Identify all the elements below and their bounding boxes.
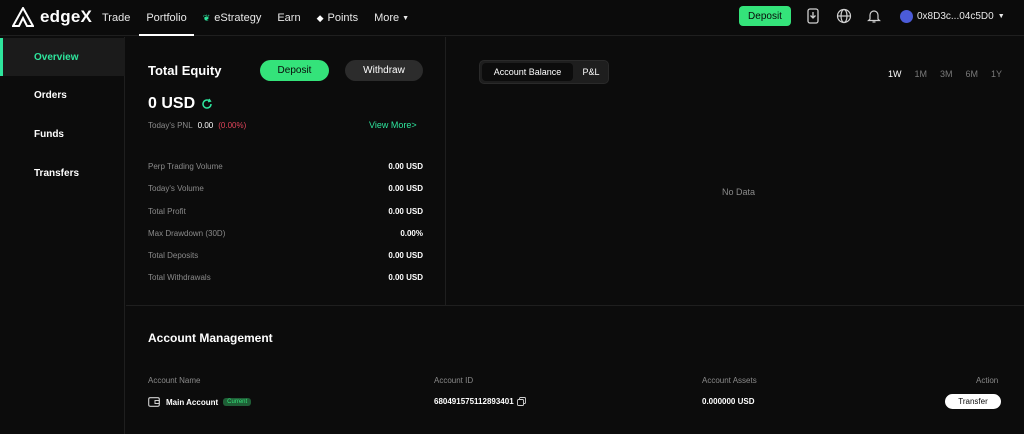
stat-label: Total Profit [148, 206, 186, 216]
diamond-icon: ◆ [316, 12, 324, 23]
pnl-value: 0.00 [197, 121, 214, 130]
transfer-button[interactable]: Transfer [945, 394, 1001, 409]
brand-logo[interactable]: edgeX [12, 7, 92, 27]
sidebar-item-funds[interactable]: Funds [0, 115, 125, 153]
pnl-percent: (0.00%) [218, 121, 247, 130]
stat-value: 0.00 USD [388, 206, 423, 216]
nav-estrategy[interactable]: ❦ eStrategy [203, 0, 262, 36]
avatar [900, 9, 913, 23]
deposit-button[interactable]: Deposit [260, 60, 329, 81]
main-nav: Trade Portfolio ❦ eStrategy Earn ◆ Points … [102, 0, 425, 36]
nav-points[interactable]: ◆ Points [317, 0, 359, 36]
stat-value: 0.00 USD [388, 272, 423, 282]
stat-value: 0.00% [400, 228, 423, 238]
pnl-label: Today's PNL [148, 121, 193, 130]
total-equity-value: 0 USD [148, 95, 213, 113]
stat-row: Total Profit 0.00 USD [148, 205, 423, 217]
notification-bell-icon[interactable] [866, 8, 882, 24]
stat-value: 0.00 USD [388, 161, 423, 171]
sidebar-item-transfers[interactable]: Transfers [0, 154, 125, 192]
nav-trade[interactable]: Trade [102, 0, 130, 36]
column-header-account-id: Account ID [434, 376, 474, 385]
empty-chart-message: No Data [722, 187, 756, 197]
wallet-account-menu[interactable]: 0x8D3c...04c5D0 ▼ [900, 8, 1005, 24]
column-header-account-assets: Account Assets [702, 376, 757, 385]
nav-points-label: Points [327, 12, 359, 24]
chart-tab-switch: Account Balance P&L [479, 60, 609, 84]
stat-label: Max Drawdown (30D) [148, 228, 226, 238]
equity-amount: 0 USD [148, 95, 196, 112]
account-id-cell: 680491575112893401 [434, 397, 526, 406]
nav-trade-label: Trade [102, 12, 131, 24]
stat-label: Today's Volume [148, 183, 204, 193]
brand-name: edgeX [40, 7, 93, 26]
nav-portfolio[interactable]: Portfolio [139, 0, 195, 36]
globe-icon[interactable] [836, 8, 852, 24]
sidebar-item-orders[interactable]: Orders [0, 76, 125, 114]
chevron-down-icon: ▼ [997, 12, 1005, 20]
stat-value: 0.00 USD [388, 183, 423, 193]
stat-label: Total Withdrawals [148, 272, 211, 282]
account-id: 680491575112893401 [434, 397, 514, 406]
download-app-icon[interactable] [805, 8, 821, 24]
wallet-icon [148, 397, 160, 407]
current-badge: Current [223, 398, 252, 406]
account-assets-cell: 0.000000 USD [702, 397, 754, 406]
column-header-action: Action [976, 376, 999, 385]
column-header-account-name: Account Name [148, 376, 201, 385]
edgex-logo-icon [12, 7, 34, 27]
stat-row: Max Drawdown (30D) 0.00% [148, 227, 423, 239]
leaf-icon: ❦ [202, 12, 211, 23]
nav-earn[interactable]: Earn [277, 0, 300, 36]
sidebar-item-overview[interactable]: Overview [0, 38, 125, 76]
tab-pnl[interactable]: P&L [577, 63, 605, 81]
stat-label: Perp Trading Volume [148, 161, 223, 171]
panel-divider [445, 37, 446, 305]
stat-row: Today's Volume 0.00 USD [148, 182, 423, 194]
account-name: Main Account [166, 397, 219, 407]
tab-account-balance[interactable]: Account Balance [482, 63, 573, 81]
nav-estrategy-label: eStrategy [214, 12, 262, 24]
withdraw-button[interactable]: Withdraw [345, 60, 423, 81]
account-management-title: Account Management [148, 331, 273, 345]
range-3m[interactable]: 3M [940, 69, 953, 79]
stat-value: 0.00 USD [388, 250, 423, 260]
top-deposit-button[interactable]: Deposit [739, 6, 791, 26]
range-6m[interactable]: 6M [966, 69, 979, 79]
wallet-address: 0x8D3c...04c5D0 [917, 10, 994, 22]
nav-more-label: More [374, 12, 400, 24]
account-assets: 0.000000 USD [702, 397, 755, 406]
copy-icon[interactable] [516, 397, 526, 406]
chevron-down-icon: ▼ [402, 14, 410, 22]
account-name-cell: Main Account Current [148, 397, 252, 407]
total-equity-title: Total Equity [148, 63, 222, 78]
stat-row: Total Deposits 0.00 USD [148, 249, 423, 261]
stat-label: Total Deposits [148, 250, 199, 260]
nav-portfolio-label: Portfolio [146, 12, 187, 24]
nav-earn-label: Earn [277, 12, 301, 24]
range-1y[interactable]: 1Y [991, 69, 1002, 79]
time-range-selector: 1W 1M 3M 6M 1Y [888, 69, 1015, 79]
top-navigation-bar: edgeX Trade Portfolio ❦ eStrategy Earn ◆ P… [0, 0, 1024, 36]
stat-row: Perp Trading Volume 0.00 USD [148, 160, 423, 172]
range-1m[interactable]: 1M [915, 69, 928, 79]
refresh-icon[interactable] [201, 98, 213, 110]
nav-more[interactable]: More ▼ [374, 0, 409, 36]
sidebar: Overview Orders Funds Transfers [0, 37, 125, 434]
stat-row: Total Withdrawals 0.00 USD [148, 271, 423, 283]
view-more-link[interactable]: View More> [369, 120, 417, 130]
range-1w[interactable]: 1W [888, 69, 902, 79]
section-divider [126, 305, 1024, 306]
todays-pnl: Today's PNL 0.00 (0.00%) [148, 121, 246, 130]
